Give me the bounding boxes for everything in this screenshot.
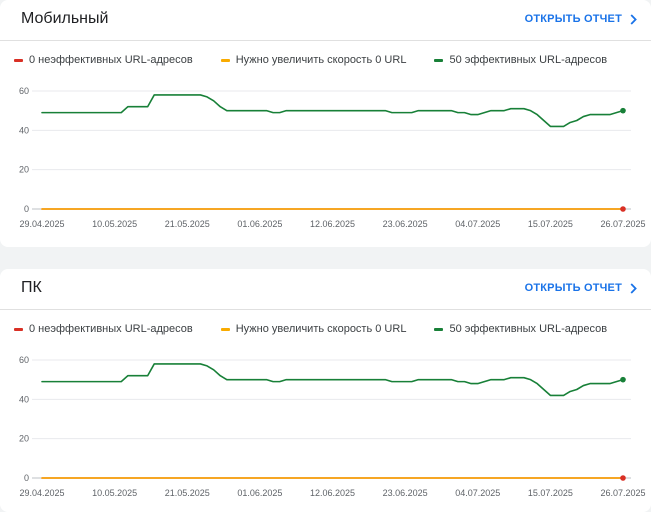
- legend-label: 50 эффективных URL-адресов: [449, 323, 608, 335]
- open-report-button[interactable]: ОТКРЫТЬ ОТЧЕТ: [525, 282, 637, 294]
- y-tick-label: 0: [24, 473, 29, 483]
- x-tick-label: 01.06.2025: [237, 219, 282, 229]
- desktop-performance-chart: 0 20 40 60 29.04.2025 10.05.2025 21.05.2025 01.…: [19, 355, 646, 498]
- open-report-button[interactable]: ОТКРЫТЬ ОТЧЕТ: [525, 13, 637, 25]
- x-tick-label: 29.04.2025: [19, 488, 64, 498]
- chart-legend: 0 неэффективных URL-адресов Нужно увелич…: [14, 54, 635, 66]
- x-tick-label: 12.06.2025: [310, 488, 355, 498]
- legend-item-good[interactable]: 50 эффективных URL-адресов: [434, 54, 607, 66]
- y-tick-label: 60: [19, 355, 29, 365]
- x-tick-label: 23.06.2025: [383, 488, 428, 498]
- y-tick-label: 40: [19, 125, 29, 135]
- series-end-point: [620, 107, 626, 114]
- x-tick-label: 04.07.2025: [455, 219, 500, 229]
- y-tick-label: 0: [24, 204, 29, 214]
- card-title: Мобильный: [21, 10, 109, 27]
- legend-swatch: [434, 327, 444, 331]
- mobile-report-card: Мобильный ОТКРЫТЬ ОТЧЕТ 0 неэффективных …: [0, 0, 651, 247]
- desktop-report-card: ПК ОТКРЫТЬ ОТЧЕТ 0 неэффективных URL-адр…: [0, 269, 651, 512]
- chevron-right-icon: [630, 282, 637, 294]
- y-tick-label: 20: [19, 165, 29, 175]
- x-tick-label: 04.07.2025: [455, 488, 500, 498]
- series-end-point: [620, 206, 626, 212]
- x-tick-label: 21.05.2025: [165, 488, 210, 498]
- mobile-performance-chart: 0 20 40 60 29.04.2025 10.05.2025 21.05.2025 01.…: [19, 86, 646, 229]
- y-tick-label: 20: [19, 434, 29, 444]
- open-report-label: ОТКРЫТЬ ОТЧЕТ: [524, 282, 622, 294]
- y-tick-label: 40: [19, 394, 29, 404]
- x-tick-label: 10.05.2025: [92, 488, 137, 498]
- x-tick-label: 01.06.2025: [237, 488, 282, 498]
- legend-label: 50 эффективных URL-адресов: [449, 54, 608, 66]
- legend-label: 0 неэффективных URL-адресов: [29, 54, 193, 66]
- card-header: Мобильный ОТКРЫТЬ ОТЧЕТ: [0, 0, 651, 41]
- legend-item-needs-improvement[interactable]: Нужно увеличить скорость 0 URL: [220, 54, 407, 66]
- series-end-point: [620, 376, 626, 383]
- series-line: [41, 94, 624, 128]
- x-tick-label: 26.07.2025: [600, 219, 645, 229]
- legend-label: Нужно увеличить скорость 0 URL: [235, 323, 407, 335]
- legend-item-needs-improvement[interactable]: Нужно увеличить скорость 0 URL: [220, 323, 407, 335]
- x-tick-label: 15.07.2025: [528, 488, 573, 498]
- x-tick-label: 29.04.2025: [19, 219, 64, 229]
- series-line: [41, 363, 624, 397]
- legend-swatch: [14, 327, 23, 331]
- x-tick-label: 10.05.2025: [92, 219, 137, 229]
- legend-label: Нужно увеличить скорость 0 URL: [235, 54, 407, 66]
- legend-swatch: [220, 58, 230, 62]
- legend-label: 0 неэффективных URL-адресов: [29, 323, 193, 335]
- card-title: ПК: [21, 279, 42, 296]
- legend-item-good[interactable]: 50 эффективных URL-адресов: [434, 323, 607, 335]
- x-tick-label: 26.07.2025: [600, 488, 645, 498]
- y-tick-label: 60: [19, 86, 29, 96]
- x-tick-label: 15.07.2025: [528, 219, 573, 229]
- x-tick-label: 21.05.2025: [165, 219, 210, 229]
- card-header: ПК ОТКРЫТЬ ОТЧЕТ: [0, 269, 651, 310]
- legend-swatch: [14, 58, 23, 62]
- x-tick-label: 12.06.2025: [310, 219, 355, 229]
- legend-item-poor[interactable]: 0 неэффективных URL-адресов: [14, 323, 193, 335]
- chart-legend: 0 неэффективных URL-адресов Нужно увелич…: [14, 323, 635, 335]
- legend-item-poor[interactable]: 0 неэффективных URL-адресов: [14, 54, 193, 66]
- open-report-label: ОТКРЫТЬ ОТЧЕТ: [524, 13, 622, 25]
- legend-swatch: [434, 58, 444, 62]
- series-end-point: [620, 475, 626, 481]
- x-tick-label: 23.06.2025: [383, 219, 428, 229]
- legend-swatch: [220, 327, 230, 331]
- chevron-right-icon: [630, 13, 637, 25]
